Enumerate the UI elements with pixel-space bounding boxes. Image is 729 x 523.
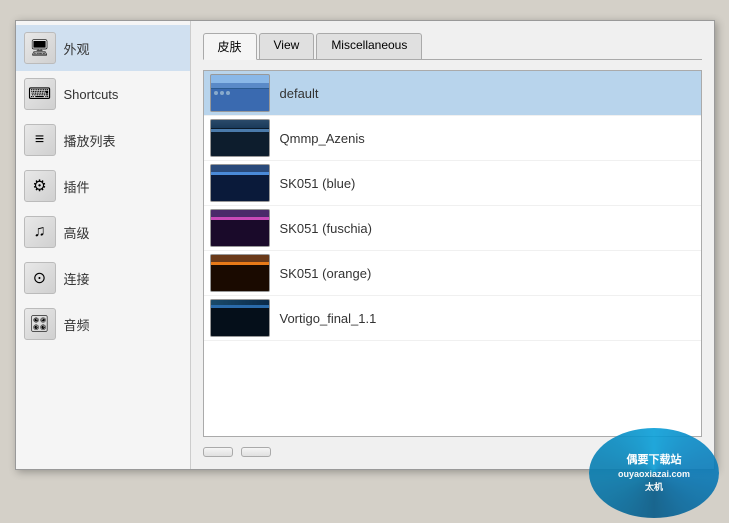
skin-thumb-default — [210, 74, 270, 112]
skin-thumb-sk051_orange — [210, 254, 270, 292]
sidebar-item-connection[interactable]: ⊙ 连接 — [16, 255, 190, 301]
tab-skin[interactable]: 皮肤 — [203, 33, 257, 60]
sidebar-label-playlist: 播放列表 — [64, 131, 116, 150]
skin-item-vortigo[interactable]: Vortigo_final_1.1 — [204, 296, 701, 341]
skin-item-sk051_fuschia[interactable]: SK051 (fuschia) — [204, 206, 701, 251]
sidebar-icon-playlist: ≡ — [24, 124, 56, 156]
refresh-button[interactable] — [241, 447, 271, 457]
skin-name-sk051_blue: SK051 (blue) — [280, 176, 356, 191]
skin-item-default[interactable]: default — [204, 71, 701, 116]
skin-name-qmmp_azenis: Qmmp_Azenis — [280, 131, 365, 146]
sidebar-icon-appearance: 🖥 — [24, 32, 56, 64]
sidebar-item-shortcuts[interactable]: ⌨ Shortcuts — [16, 71, 190, 117]
skin-item-qmmp_azenis[interactable]: Qmmp_Azenis — [204, 116, 701, 161]
skin-list-container[interactable]: default Qmmp_Azenis SK051 (blue) SK051 (fus… — [203, 70, 702, 437]
skin-thumb-sk051_fuschia — [210, 209, 270, 247]
sidebar: 🖥 外观 ⌨ Shortcuts ≡ 播放列表 ⚙ 插件 ♫ 高级 ⊙ 连接 🎛 音频 — [16, 21, 191, 469]
watermark: 偶要下载站 ouyaoxiazai.com 太机 — [589, 428, 719, 518]
sidebar-icon-audio: 🎛 — [24, 308, 56, 340]
sidebar-label-shortcuts: Shortcuts — [64, 87, 119, 102]
sidebar-item-playlist[interactable]: ≡ 播放列表 — [16, 117, 190, 163]
settings-window: 🖥 外观 ⌨ Shortcuts ≡ 播放列表 ⚙ 插件 ♫ 高级 ⊙ 连接 🎛 音频 皮肤ViewMis… — [15, 20, 715, 470]
skin-name-sk051_fuschia: SK051 (fuschia) — [280, 221, 373, 236]
sidebar-item-audio[interactable]: 🎛 音频 — [16, 301, 190, 347]
skin-item-sk051_orange[interactable]: SK051 (orange) — [204, 251, 701, 296]
sidebar-item-appearance[interactable]: 🖥 外观 — [16, 25, 190, 71]
skin-thumb-qmmp_azenis — [210, 119, 270, 157]
skin-name-default: default — [280, 86, 319, 101]
skin-thumb-vortigo — [210, 299, 270, 337]
sidebar-icon-connection: ⊙ — [24, 262, 56, 294]
sidebar-icon-plugins: ⚙ — [24, 170, 56, 202]
skin-thumb-sk051_blue — [210, 164, 270, 202]
sidebar-label-audio: 音频 — [64, 315, 90, 334]
sidebar-item-plugins[interactable]: ⚙ 插件 — [16, 163, 190, 209]
sidebar-label-advanced: 高级 — [64, 223, 90, 242]
sidebar-icon-advanced: ♫ — [24, 216, 56, 248]
main-content: 皮肤ViewMiscellaneous default Qmmp_Azenis SK… — [191, 21, 714, 469]
skin-name-sk051_orange: SK051 (orange) — [280, 266, 372, 281]
sidebar-label-plugins: 插件 — [64, 177, 90, 196]
sidebar-icon-shortcuts: ⌨ — [24, 78, 56, 110]
tab-miscellaneous[interactable]: Miscellaneous — [316, 33, 422, 59]
skin-item-sk051_blue[interactable]: SK051 (blue) — [204, 161, 701, 206]
sidebar-item-advanced[interactable]: ♫ 高级 — [16, 209, 190, 255]
tabs-bar: 皮肤ViewMiscellaneous — [203, 33, 702, 60]
sidebar-label-appearance: 外观 — [64, 39, 90, 58]
add-button[interactable] — [203, 447, 233, 457]
tab-view[interactable]: View — [259, 33, 315, 59]
sidebar-label-connection: 连接 — [64, 269, 90, 288]
skin-name-vortigo: Vortigo_final_1.1 — [280, 311, 377, 326]
